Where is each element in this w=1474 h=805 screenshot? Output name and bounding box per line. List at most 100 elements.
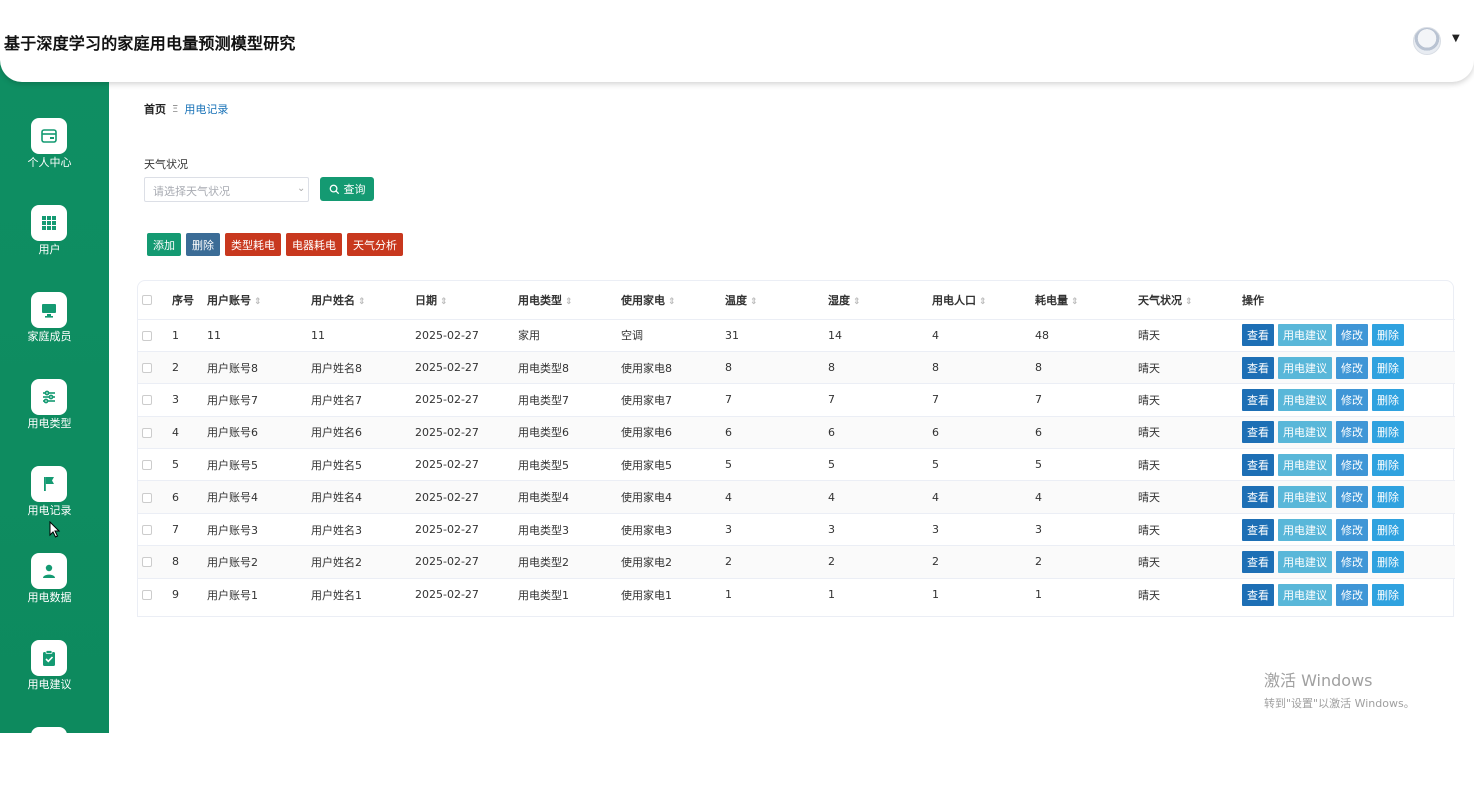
view-button[interactable]: 查看 xyxy=(1242,584,1274,606)
select-all-checkbox[interactable] xyxy=(142,295,152,305)
table-cell: 4 xyxy=(932,319,1035,351)
edit-button[interactable]: 修改 xyxy=(1336,519,1368,541)
add-button[interactable]: 添加 xyxy=(147,233,181,256)
table-cell: 1 xyxy=(172,319,207,351)
column-header[interactable]: 使用家电⇕ xyxy=(621,281,725,319)
view-button[interactable]: 查看 xyxy=(1242,551,1274,573)
delete-button[interactable]: 删除 xyxy=(1372,454,1404,476)
breadcrumb-current: 用电记录 xyxy=(184,101,228,117)
bulk-delete-button[interactable]: 删除 xyxy=(186,233,220,256)
table-cell: 6 xyxy=(932,416,1035,448)
table-cell: 4 xyxy=(725,481,828,513)
table-cell: 用电类型4 xyxy=(518,481,621,513)
view-button[interactable]: 查看 xyxy=(1242,324,1274,346)
column-header[interactable]: 用电类型⇕ xyxy=(518,281,621,319)
column-header[interactable]: 温度⇕ xyxy=(725,281,828,319)
column-header[interactable]: 天气状况⇕ xyxy=(1138,281,1242,319)
table-cell: 8 xyxy=(725,351,828,383)
table-cell: 使用家电3 xyxy=(621,513,725,545)
sidebar-item-profile[interactable]: 个人中心 xyxy=(0,116,109,196)
sidebar-item-usage-type[interactable]: 用电类型 xyxy=(0,377,109,457)
sidebar-item-users[interactable]: 用户 xyxy=(0,203,109,283)
breadcrumb: 首页 Ξ 用电记录 xyxy=(144,101,228,117)
delete-button[interactable]: 删除 xyxy=(1372,324,1404,346)
sidebar-item-label: 用电类型 xyxy=(0,415,99,431)
advice-button[interactable]: 用电建议 xyxy=(1278,454,1332,476)
advice-button[interactable]: 用电建议 xyxy=(1278,519,1332,541)
weather-select[interactable]: 请选择天气状况 ⌄ xyxy=(144,177,309,202)
advice-button[interactable]: 用电建议 xyxy=(1278,551,1332,573)
table-row: 5用户账号5用户姓名52025-02-27用电类型5使用家电55555晴天查看用… xyxy=(138,449,1455,481)
advice-button[interactable]: 用电建议 xyxy=(1278,389,1332,411)
row-checkbox[interactable] xyxy=(142,557,152,567)
sidebar-item-family-members[interactable]: 家庭成员 xyxy=(0,290,109,370)
sidebar-item-label: 个人中心 xyxy=(0,154,99,170)
sidebar: 个人中心 用户 家庭成员 用电类型 用电记录 用电数据 用电建议 xyxy=(0,0,109,733)
column-header[interactable]: 耗电量⇕ xyxy=(1035,281,1138,319)
row-checkbox[interactable] xyxy=(142,460,152,470)
search-button[interactable]: 查询 xyxy=(320,177,374,201)
column-header[interactable]: 用电人口⇕ xyxy=(932,281,1035,319)
table-cell: 2025-02-27 xyxy=(415,481,518,513)
row-checkbox[interactable] xyxy=(142,395,152,405)
appliance-usage-button[interactable]: 电器耗电 xyxy=(286,233,342,256)
view-button[interactable]: 查看 xyxy=(1242,486,1274,508)
view-button[interactable]: 查看 xyxy=(1242,357,1274,379)
view-button[interactable]: 查看 xyxy=(1242,389,1274,411)
delete-button[interactable]: 删除 xyxy=(1372,421,1404,443)
view-button[interactable]: 查看 xyxy=(1242,421,1274,443)
row-checkbox[interactable] xyxy=(142,428,152,438)
sidebar-item-usage-advice[interactable]: 用电建议 xyxy=(0,638,109,718)
edit-button[interactable]: 修改 xyxy=(1336,551,1368,573)
table-cell: 用电类型1 xyxy=(518,578,621,610)
row-checkbox[interactable] xyxy=(142,493,152,503)
delete-button[interactable]: 删除 xyxy=(1372,584,1404,606)
row-checkbox[interactable] xyxy=(142,331,152,341)
top-header: 基于深度学习的家庭用电量预测模型研究 ▼ xyxy=(0,0,1474,82)
edit-button[interactable]: 修改 xyxy=(1336,357,1368,379)
edit-button[interactable]: 修改 xyxy=(1336,324,1368,346)
advice-button[interactable]: 用电建议 xyxy=(1278,357,1332,379)
row-checkbox[interactable] xyxy=(142,590,152,600)
advice-button[interactable]: 用电建议 xyxy=(1278,421,1332,443)
delete-button[interactable]: 删除 xyxy=(1372,389,1404,411)
sidebar-item-usage-data[interactable]: 用电数据 xyxy=(0,551,109,631)
table-cell: 2025-02-27 xyxy=(415,416,518,448)
edit-button[interactable]: 修改 xyxy=(1336,486,1368,508)
breadcrumb-home[interactable]: 首页 xyxy=(144,101,166,117)
column-header[interactable]: 湿度⇕ xyxy=(828,281,932,319)
weather-analysis-button[interactable]: 天气分析 xyxy=(347,233,403,256)
row-checkbox[interactable] xyxy=(142,525,152,535)
advice-button[interactable]: 用电建议 xyxy=(1278,486,1332,508)
table-cell: 使用家电7 xyxy=(621,384,725,416)
sidebar-item-label: 用电数据 xyxy=(0,589,99,605)
delete-button[interactable]: 删除 xyxy=(1372,357,1404,379)
user-avatar[interactable] xyxy=(1413,27,1441,55)
edit-button[interactable]: 修改 xyxy=(1336,389,1368,411)
table-cell: 用电类型5 xyxy=(518,449,621,481)
advice-button[interactable]: 用电建议 xyxy=(1278,324,1332,346)
delete-button[interactable]: 删除 xyxy=(1372,551,1404,573)
table-cell: 使用家电4 xyxy=(621,481,725,513)
view-button[interactable]: 查看 xyxy=(1242,519,1274,541)
edit-button[interactable]: 修改 xyxy=(1336,454,1368,476)
advice-button[interactable]: 用电建议 xyxy=(1278,584,1332,606)
table-cell: 用户账号8 xyxy=(207,351,311,383)
table-cell: 8 xyxy=(932,351,1035,383)
column-header[interactable]: 用户账号⇕ xyxy=(207,281,311,319)
delete-button[interactable]: 删除 xyxy=(1372,519,1404,541)
type-usage-button[interactable]: 类型耗电 xyxy=(225,233,281,256)
table-cell: 1 xyxy=(828,578,932,610)
view-button[interactable]: 查看 xyxy=(1242,454,1274,476)
column-header[interactable]: 日期⇕ xyxy=(415,281,518,319)
edit-button[interactable]: 修改 xyxy=(1336,421,1368,443)
delete-button[interactable]: 删除 xyxy=(1372,486,1404,508)
table-cell: 2025-02-27 xyxy=(415,546,518,578)
row-checkbox[interactable] xyxy=(142,363,152,373)
sidebar-item-more[interactable] xyxy=(0,725,109,805)
column-header[interactable]: 用户姓名⇕ xyxy=(311,281,415,319)
edit-button[interactable]: 修改 xyxy=(1336,584,1368,606)
caret-down-icon[interactable]: ▼ xyxy=(1452,33,1460,44)
row-checkbox-cell xyxy=(138,513,172,545)
action-toolbar: 添加 删除 类型耗电 电器耗电 天气分析 xyxy=(147,233,403,256)
